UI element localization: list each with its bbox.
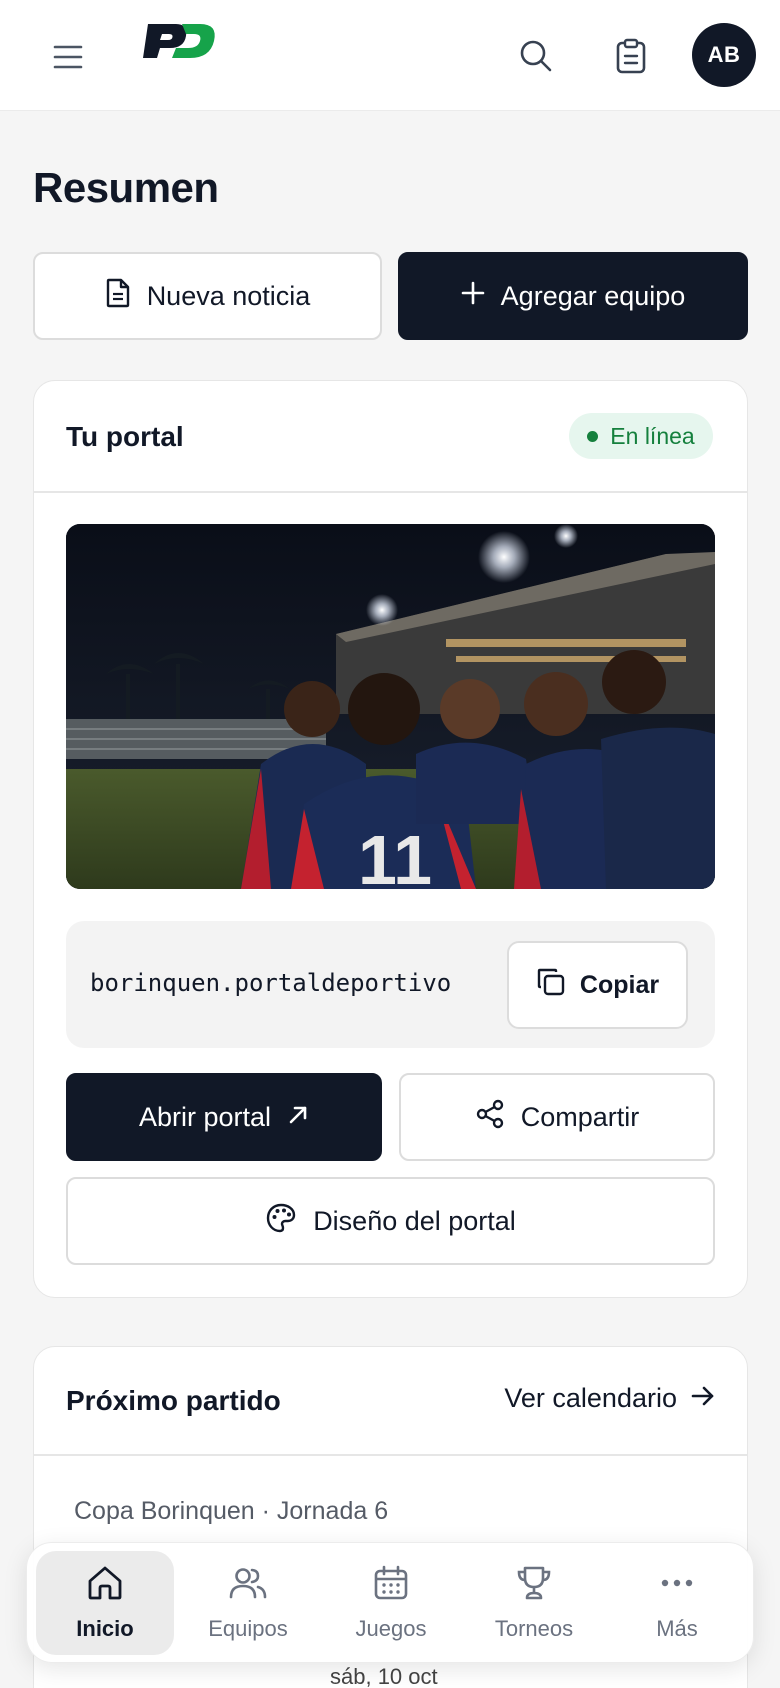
open-portal-label: Abrir portal [138, 1101, 272, 1132]
next-match-title: Próximo partido [66, 1385, 281, 1416]
share-icon [475, 1099, 505, 1136]
add-team-button[interactable]: Agregar equipo [398, 252, 748, 340]
new-news-button[interactable]: Nueva noticia [33, 252, 382, 340]
portal-design-button[interactable]: Diseño del portal [66, 1177, 715, 1265]
status-dot-icon [587, 430, 599, 442]
share-label: Compartir [520, 1101, 640, 1132]
card-divider [34, 1454, 747, 1456]
external-link-arrow-icon [287, 1102, 309, 1133]
search-icon[interactable] [513, 33, 559, 79]
view-calendar-link[interactable]: Ver calendario [504, 1383, 715, 1414]
portal-url-box: borinquen.portaldeportivo Copiar [66, 921, 715, 1048]
status-badge: En línea [569, 413, 713, 459]
nav-label: Inicio [76, 1616, 134, 1641]
match-date: sáb, 10 oct [330, 1664, 438, 1688]
more-icon [658, 1564, 696, 1608]
brand-logo[interactable] [138, 18, 218, 64]
portal-cover-image: 11 [66, 524, 715, 889]
nav-item-equipos[interactable]: Equipos [179, 1551, 317, 1655]
open-portal-button[interactable]: Abrir portal [66, 1073, 382, 1161]
document-icon [105, 278, 131, 315]
copy-label: Copiar [579, 970, 660, 999]
palette-icon [265, 1202, 297, 1241]
nav-label: Más [656, 1616, 698, 1641]
trophy-icon [515, 1564, 553, 1608]
copy-url-button[interactable]: Copiar [507, 941, 688, 1029]
user-avatar[interactable]: AB [692, 23, 756, 87]
portal-url-text[interactable]: borinquen.portaldeportivo [90, 969, 485, 997]
clipboard-icon[interactable] [608, 33, 654, 79]
calendar-icon [372, 1564, 410, 1608]
arrow-right-icon [691, 1383, 715, 1414]
copy-icon [536, 967, 566, 1004]
nav-label: Juegos [355, 1616, 427, 1641]
card-divider [34, 491, 747, 493]
users-icon [229, 1564, 267, 1608]
nav-item-inicio[interactable]: Inicio [36, 1551, 174, 1655]
plus-icon [461, 281, 485, 312]
page-title: Resumen [33, 164, 219, 211]
nav-label: Torneos [494, 1616, 574, 1641]
portal-card: Tu portal En línea 11 borinquen.portalde… [33, 380, 748, 1298]
view-calendar-label: Ver calendario [504, 1383, 677, 1413]
svg-text:11: 11 [358, 821, 432, 889]
status-label: En línea [610, 422, 695, 449]
nav-label: Equipos [208, 1616, 288, 1641]
nav-item-torneos[interactable]: Torneos [465, 1551, 603, 1655]
home-icon [86, 1564, 124, 1608]
portal-design-label: Diseño del portal [313, 1205, 516, 1236]
portal-card-title: Tu portal [66, 421, 184, 452]
add-team-label: Agregar equipo [500, 280, 686, 311]
new-news-label: Nueva noticia [146, 280, 311, 311]
share-button[interactable]: Compartir [399, 1073, 715, 1161]
hamburger-menu-icon[interactable] [46, 35, 90, 79]
bottom-navigation: Inicio Equipos Juegos Torneos Más [26, 1542, 754, 1663]
nav-item-mas[interactable]: Más [608, 1551, 746, 1655]
nav-item-juegos[interactable]: Juegos [322, 1551, 460, 1655]
match-tournament-label: Copa Borinquen · Jornada 6 [74, 1497, 389, 1525]
top-header: AB [0, 0, 780, 111]
